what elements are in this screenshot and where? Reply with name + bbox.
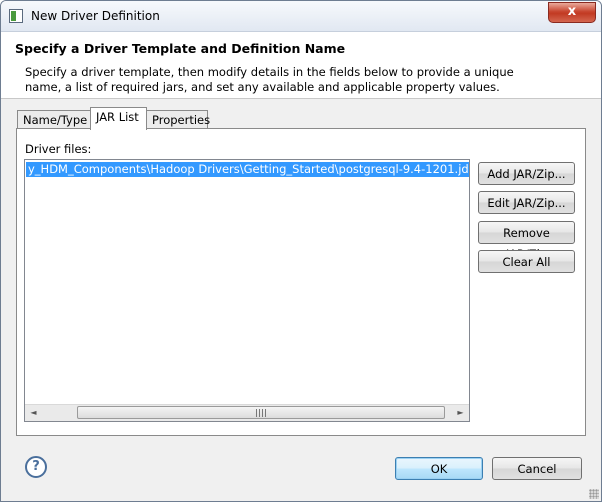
cancel-button[interactable]: Cancel <box>492 457 582 480</box>
list-item[interactable]: y_HDM_Components\Hadoop Drivers\Getting_… <box>26 162 469 177</box>
tab-jar-list[interactable]: JAR List <box>90 107 147 130</box>
remove-jar-button[interactable]: Remove JAR/Zip <box>478 221 575 261</box>
resize-grip-icon[interactable] <box>589 489 599 499</box>
help-icon[interactable]: ? <box>25 456 47 478</box>
add-jar-button[interactable]: Add JAR/Zip... <box>478 162 575 185</box>
app-icon <box>9 9 23 23</box>
scroll-right-icon[interactable]: ► <box>452 405 469 421</box>
close-button[interactable]: x <box>548 2 596 23</box>
header-description: Specify a driver template, then modify d… <box>25 65 514 94</box>
scroll-left-icon[interactable]: ◄ <box>25 405 42 421</box>
driver-files-label: Driver files: <box>25 142 92 156</box>
tab-name-type[interactable]: Name/Type <box>17 110 91 129</box>
scroll-thumb[interactable] <box>77 406 445 419</box>
clear-all-button[interactable]: Clear All <box>478 250 575 273</box>
header-title: Specify a Driver Template and Definition… <box>15 41 346 56</box>
window-title: New Driver Definition <box>31 9 160 23</box>
title-bar[interactable]: New Driver Definition x <box>1 1 601 32</box>
dialog-window: New Driver Definition x Specify a Driver… <box>0 0 602 502</box>
driver-files-list[interactable]: y_HDM_Components\Hadoop Drivers\Getting_… <box>24 159 470 422</box>
edit-jar-button[interactable]: Edit JAR/Zip... <box>478 191 575 214</box>
tab-properties[interactable]: Properties <box>146 110 210 129</box>
wizard-header: Specify a Driver Template and Definition… <box>1 32 601 99</box>
jar-list-panel: Driver files: y_HDM_Components\Hadoop Dr… <box>16 128 586 436</box>
ok-button[interactable]: OK <box>395 457 483 480</box>
horizontal-scrollbar[interactable]: ◄ ► <box>25 404 469 421</box>
grip-icon <box>256 409 266 417</box>
